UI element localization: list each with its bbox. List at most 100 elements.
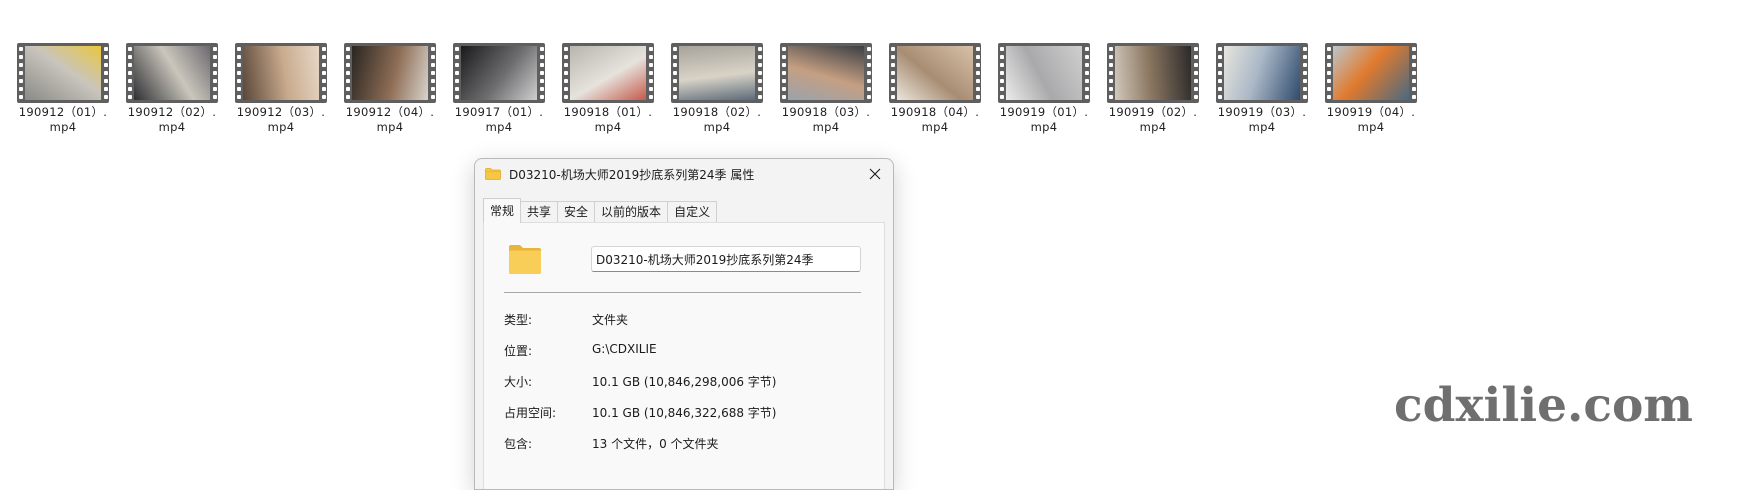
- film-sprocket-holes: [974, 45, 981, 101]
- tab-bar: 常规 共享 安全 以前的版本 自定义: [483, 198, 718, 223]
- thumbnail-frame: [1224, 46, 1300, 100]
- file-name-line2: mp4: [594, 120, 622, 134]
- tab-3[interactable]: 以前的版本: [594, 201, 669, 223]
- dialog-titlebar[interactable]: D03210-机场大师2019抄底系列第24季 属性: [475, 159, 893, 189]
- file-item[interactable]: 190919（01）. mp4: [995, 43, 1093, 135]
- video-thumbnail: [1107, 43, 1199, 103]
- tab-4[interactable]: 自定义: [667, 201, 718, 223]
- file-item[interactable]: 190918（04）. mp4: [886, 43, 984, 135]
- file-name-line1: 190918（04）.: [890, 105, 980, 119]
- file-item[interactable]: 190919（03）. mp4: [1213, 43, 1311, 135]
- file-name: 190919（02）. mp4: [1109, 105, 1198, 135]
- property-value: 13 个文件，0 个文件夹: [592, 437, 719, 451]
- file-item[interactable]: 190918（03）. mp4: [777, 43, 875, 135]
- file-item[interactable]: 190912（02）. mp4: [123, 43, 221, 135]
- file-name-line1: 190919（02）.: [1108, 105, 1198, 119]
- film-sprocket-holes: [889, 45, 896, 101]
- film-sprocket-holes: [344, 45, 351, 101]
- file-name-line1: 190918（02）.: [672, 105, 762, 119]
- film-sprocket-holes: [538, 45, 545, 101]
- file-name-line1: 190912（04）.: [345, 105, 435, 119]
- properties-dialog: D03210-机场大师2019抄底系列第24季 属性 常规 共享 安全 以前的版本 自定…: [474, 158, 894, 490]
- thumbnail-frame: [352, 46, 428, 100]
- film-sprocket-holes: [1216, 45, 1223, 101]
- file-item[interactable]: 190918（01）. mp4: [559, 43, 657, 135]
- property-value: 10.1 GB (10,846,322,688 字节): [592, 406, 777, 420]
- film-sprocket-holes: [1083, 45, 1090, 101]
- property-label: 占用空间:: [504, 406, 557, 420]
- film-sprocket-holes: [865, 45, 872, 101]
- close-button[interactable]: [863, 163, 887, 185]
- file-name-line2: mp4: [921, 120, 949, 134]
- film-sprocket-holes: [780, 45, 787, 101]
- thumbnail-frame: [788, 46, 864, 100]
- file-name-line2: mp4: [376, 120, 404, 134]
- video-thumbnail: [453, 43, 545, 103]
- property-value: 文件夹: [592, 313, 629, 327]
- file-name-line2: mp4: [1357, 120, 1385, 134]
- file-name-line2: mp4: [485, 120, 513, 134]
- large-folder-icon: [509, 245, 541, 274]
- file-item[interactable]: 190919（04）. mp4: [1322, 43, 1420, 135]
- film-sprocket-holes: [671, 45, 678, 101]
- tab-2[interactable]: 安全: [557, 201, 596, 223]
- video-thumbnail: [889, 43, 981, 103]
- folder-name-input[interactable]: [591, 246, 861, 272]
- tab-0[interactable]: 常规: [483, 198, 522, 223]
- video-thumbnail: [1216, 43, 1308, 103]
- property-row: 类型: 文件夹: [504, 311, 874, 329]
- property-row: 占用空间: 10.1 GB (10,846,322,688 字节): [504, 404, 874, 422]
- film-sprocket-holes: [126, 45, 133, 101]
- film-sprocket-holes: [102, 45, 109, 101]
- property-value: G:\CDXILIE: [592, 342, 657, 356]
- file-name: 190919（01）. mp4: [1000, 105, 1089, 135]
- file-item[interactable]: 190912（03）. mp4: [232, 43, 330, 135]
- file-name-line1: 190912（01）.: [18, 105, 108, 119]
- film-sprocket-holes: [647, 45, 654, 101]
- file-item[interactable]: 190917（01）. mp4: [450, 43, 548, 135]
- property-row: 大小: 10.1 GB (10,846,298,006 字节): [504, 373, 874, 391]
- file-name-line2: mp4: [158, 120, 186, 134]
- file-name-line1: 190912（03）.: [236, 105, 326, 119]
- film-sprocket-holes: [235, 45, 242, 101]
- file-name-line1: 190919（03）.: [1217, 105, 1307, 119]
- thumbnail-frame: [679, 46, 755, 100]
- tab-1[interactable]: 共享: [520, 201, 559, 223]
- file-name-line1: 190919（04）.: [1326, 105, 1416, 119]
- file-name: 190919（04）. mp4: [1327, 105, 1416, 135]
- file-item[interactable]: 190919（02）. mp4: [1104, 43, 1202, 135]
- video-thumbnail: [1325, 43, 1417, 103]
- file-name-line2: mp4: [1030, 120, 1058, 134]
- film-sprocket-holes: [1410, 45, 1417, 101]
- file-name: 190912（03）. mp4: [237, 105, 326, 135]
- file-name: 190912（02）. mp4: [128, 105, 217, 135]
- file-item[interactable]: 190918（02）. mp4: [668, 43, 766, 135]
- film-sprocket-holes: [562, 45, 569, 101]
- thumbnail-frame: [1006, 46, 1082, 100]
- video-thumbnail: [126, 43, 218, 103]
- file-name: 190918（04）. mp4: [891, 105, 980, 135]
- file-name: 190918（01）. mp4: [564, 105, 653, 135]
- file-item[interactable]: 190912（01）. mp4: [14, 43, 112, 135]
- film-sprocket-holes: [17, 45, 24, 101]
- thumbnail-frame: [570, 46, 646, 100]
- file-name-line2: mp4: [49, 120, 77, 134]
- file-name-line2: mp4: [1139, 120, 1167, 134]
- thumbnail-frame: [1333, 46, 1409, 100]
- file-name-line1: 190919（01）.: [999, 105, 1089, 119]
- film-sprocket-holes: [429, 45, 436, 101]
- video-thumbnail: [562, 43, 654, 103]
- file-name-line1: 190912（02）.: [127, 105, 217, 119]
- file-item[interactable]: 190912（04）. mp4: [341, 43, 439, 135]
- thumbnail-frame: [134, 46, 210, 100]
- film-sprocket-holes: [1325, 45, 1332, 101]
- folder-icon: [485, 168, 501, 180]
- general-panel: 类型: 文件夹位置: G:\CDXILIE 大小: 10.1 GB (10,846,29…: [483, 222, 885, 489]
- thumbnail-frame: [461, 46, 537, 100]
- property-label: 包含:: [504, 437, 533, 451]
- video-thumbnail: [17, 43, 109, 103]
- file-name-line2: mp4: [812, 120, 840, 134]
- film-sprocket-holes: [1107, 45, 1114, 101]
- thumbnail-frame: [243, 46, 319, 100]
- property-label: 类型:: [504, 313, 533, 327]
